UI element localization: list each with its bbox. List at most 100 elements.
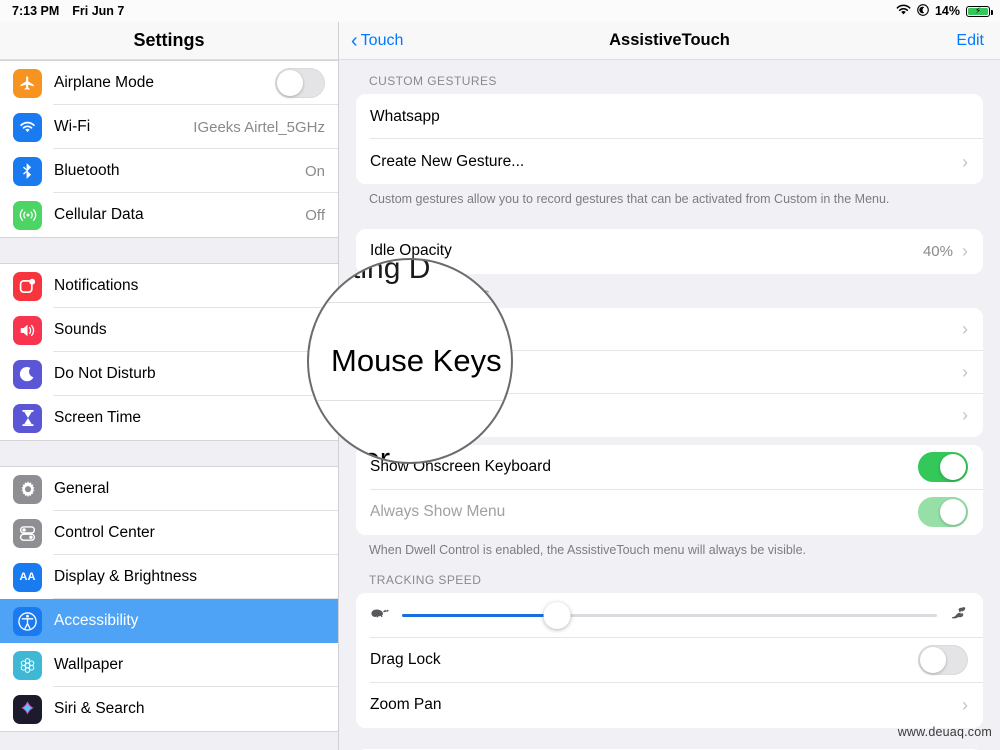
back-button-label: Touch [360, 31, 404, 49]
sidebar-item-label: Accessibility [54, 612, 139, 629]
sidebar-item-cellular-data[interactable]: Cellular Data Off [0, 193, 338, 237]
idle-opacity-value: 40% [922, 242, 953, 260]
siri-icon [13, 694, 42, 724]
status-bar: 7:13 PM Fri Jun 7 14% ⚡ [0, 0, 1000, 22]
magnified-section-header: Pointing D [309, 258, 431, 285]
airplane-icon [13, 68, 42, 98]
sidebar-group-alerts: Notifications Sounds Do Not Disturb Scre… [0, 263, 338, 441]
magnifier-separator [309, 400, 511, 401]
sidebar-item-wallpaper[interactable]: Wallpaper [0, 643, 338, 687]
battery-charging-icon: ⚡ [966, 5, 993, 17]
sidebar-item-control-center[interactable]: Control Center [0, 511, 338, 555]
row-always-show-menu[interactable]: Always Show Menu [356, 489, 983, 535]
sidebar-item-label: Cellular Data [54, 206, 144, 223]
footnote-dwell-control: When Dwell Control is enabled, the Assis… [369, 542, 807, 557]
airplane-mode-toggle[interactable] [275, 68, 325, 98]
chevron-left-icon: ‹ [351, 29, 358, 52]
control-center-icon [13, 518, 42, 548]
chevron-right-icon: › [962, 151, 968, 172]
sidebar-scroll[interactable]: Airplane Mode Wi-Fi IGeeks Airtel_5GHz B… [0, 60, 338, 750]
status-date: Fri Jun 7 [72, 4, 125, 18]
gear-icon [13, 474, 42, 504]
sidebar-item-label: Control Center [54, 524, 155, 541]
ipad-settings-screen: 7:13 PM Fri Jun 7 14% ⚡ Settings Airplan… [0, 0, 1000, 750]
row-label: Whatsapp [370, 107, 440, 125]
sidebar-item-display-brightness[interactable]: AA Display & Brightness [0, 555, 338, 599]
settings-sidebar: Settings Airplane Mode Wi-Fi IGeeks Airt… [0, 22, 339, 750]
page-title: AssistiveTouch [609, 31, 730, 49]
sidebar-item-label: Sounds [54, 321, 107, 338]
bluetooth-state-value: On [304, 162, 325, 180]
sidebar-item-label: Screen Time [54, 409, 142, 426]
row-label: Zoom Pan [370, 696, 442, 714]
wifi-network-value: IGeeks Airtel_5GHz [193, 118, 325, 136]
magnifier-separator [309, 302, 511, 303]
sidebar-item-label: Wallpaper [54, 656, 124, 673]
sidebar-group-system: General Control Center AA Display & Brig… [0, 466, 338, 732]
battery-percent: 14% [934, 4, 960, 18]
sidebar-item-bluetooth[interactable]: Bluetooth On [0, 149, 338, 193]
row-tracking-speed-slider[interactable] [356, 592, 983, 638]
chevron-right-icon: › [962, 362, 968, 383]
sidebar-item-general[interactable]: General [0, 467, 338, 511]
row-whatsapp[interactable]: Whatsapp [356, 94, 983, 139]
show-onscreen-keyboard-toggle[interactable] [918, 452, 968, 483]
slider-track-fill [402, 613, 558, 617]
chevron-right-icon: › [962, 695, 968, 716]
magnifier-content: Pointing D Mouse Keys Cursor [309, 260, 511, 462]
magnified-row-mouse-keys: Mouse Keys [331, 343, 502, 378]
accessibility-icon [13, 606, 42, 636]
sidebar-item-notifications[interactable]: Notifications [0, 264, 338, 308]
custom-gestures-card: Whatsapp Create New Gesture... › [356, 94, 983, 184]
row-label: Idle Opacity [370, 242, 452, 260]
cellular-icon [13, 200, 42, 230]
sidebar-item-label: Airplane Mode [54, 74, 154, 91]
sidebar-item-sounds[interactable]: Sounds [0, 308, 338, 352]
sidebar-group-divider [0, 441, 338, 466]
do-not-disturb-icon [917, 3, 929, 19]
chevron-right-icon: › [962, 319, 968, 340]
section-header-tracking-speed: TRACKING SPEED [369, 572, 482, 587]
section-header-custom-gestures: CUSTOM GESTURES [369, 74, 497, 88]
back-button[interactable]: ‹ Touch [351, 31, 403, 51]
magnifier-loupe: Pointing D Mouse Keys Cursor [307, 258, 513, 464]
display-brightness-icon: AA [13, 562, 42, 592]
sidebar-item-do-not-disturb[interactable]: Do Not Disturb [0, 352, 338, 396]
footnote-custom-gestures: Custom gestures allow you to record gest… [369, 192, 890, 206]
sidebar-item-label: Do Not Disturb [54, 365, 156, 382]
sidebar-item-label: General [54, 480, 110, 497]
sidebar-item-airplane-mode[interactable]: Airplane Mode [0, 61, 338, 105]
row-create-new-gesture[interactable]: Create New Gesture... › [356, 139, 983, 184]
moon-icon [13, 359, 42, 389]
slider-thumb[interactable] [543, 601, 571, 629]
sidebar-item-wifi[interactable]: Wi-Fi IGeeks Airtel_5GHz [0, 105, 338, 149]
row-zoom-pan[interactable]: Zoom Pan › [356, 682, 983, 728]
edit-button[interactable]: Edit [956, 32, 984, 50]
sidebar-item-label: Wi-Fi [54, 118, 91, 135]
bluetooth-icon [13, 156, 42, 186]
status-bar-left: 7:13 PM Fri Jun 7 [12, 4, 124, 18]
sidebar-item-screen-time[interactable]: Screen Time [0, 396, 338, 440]
sidebar-item-label: Display & Brightness [54, 568, 198, 585]
row-label: Create New Gesture... [370, 152, 525, 170]
drag-lock-toggle[interactable] [918, 645, 968, 676]
detail-header: ‹ Touch AssistiveTouch Edit [339, 22, 1000, 60]
cellular-state-value: Off [305, 206, 325, 224]
hourglass-icon [13, 403, 42, 433]
sidebar-group-divider [0, 238, 338, 263]
sidebar-item-accessibility[interactable]: Accessibility [0, 599, 338, 643]
tracking-speed-slider[interactable] [402, 600, 937, 630]
sidebar-item-label: Bluetooth [54, 162, 120, 179]
row-label: Drag Lock [370, 651, 441, 669]
chevron-right-icon: › [962, 405, 968, 426]
sidebar-item-siri-search[interactable]: Siri & Search [0, 687, 338, 731]
notifications-icon [13, 271, 42, 301]
sidebar-item-label: Siri & Search [54, 700, 145, 717]
watermark: www.deuaq.com [897, 725, 992, 739]
wallpaper-icon [13, 650, 42, 680]
always-show-menu-toggle[interactable] [918, 497, 968, 528]
row-drag-lock[interactable]: Drag Lock [356, 637, 983, 683]
wifi-icon [13, 112, 42, 142]
